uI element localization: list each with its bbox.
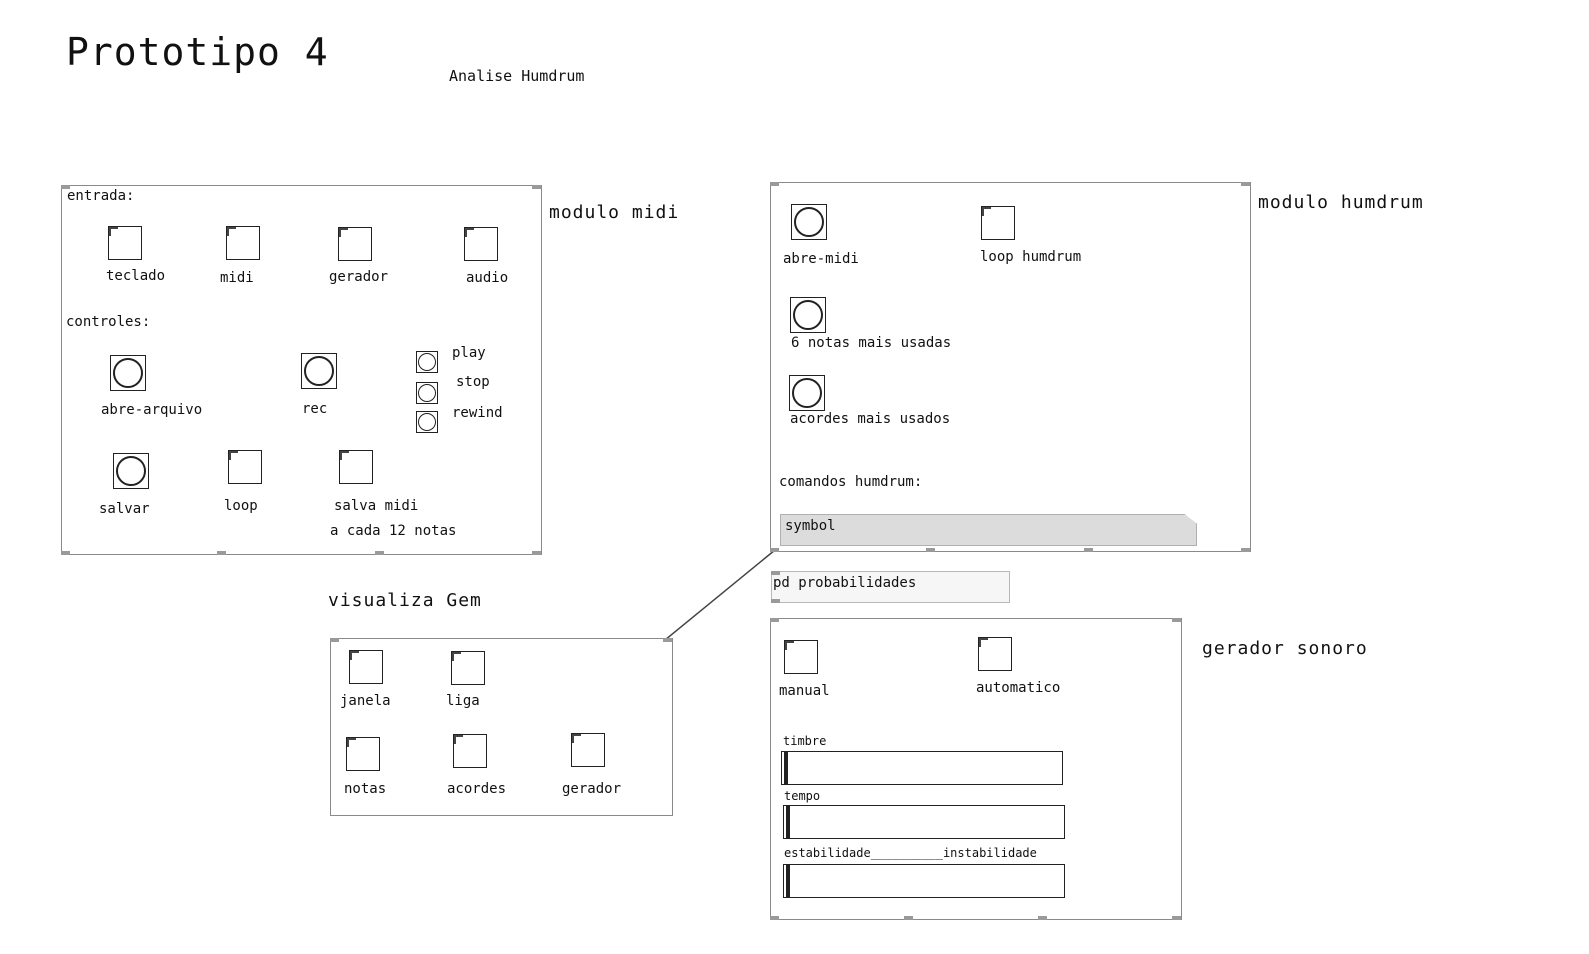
timbre-slider[interactable] [781,751,1063,785]
bang-abre-midi[interactable] [791,204,827,240]
modulo-humdrum-label: modulo humdrum [1258,192,1424,213]
estabilidade-label: estabilidade__________instabilidade [784,846,1037,860]
toggle-manual[interactable] [784,640,818,674]
inlet [330,638,339,642]
inlet [770,618,779,622]
inlet [663,638,672,642]
bang-6-notas-label: 6 notas mais usadas [791,335,952,351]
toggle-gerador-gem[interactable] [571,733,605,767]
inlet [1172,618,1181,622]
gerador-sonoro-label: gerador sonoro [1202,638,1368,659]
toggle-audio-label: audio [466,270,509,286]
visualiza-gem-label: visualiza Gem [328,590,482,611]
toggle-loop-humdrum[interactable] [981,206,1015,240]
toggle-notas-label: notas [344,781,387,797]
salva-midi-note: a cada 12 notas [330,523,457,539]
bang-stop-label: stop [456,374,490,390]
timbre-label: timbre [783,734,827,748]
modulo-midi-label: modulo midi [549,202,680,223]
outlet [1172,916,1181,920]
bang-rewind[interactable] [416,411,438,433]
outlet [1084,548,1093,552]
toggle-manual-label: manual [779,683,830,699]
outlet [217,551,226,555]
tempo-slider-knob[interactable] [786,806,790,838]
pd-probabilidades-text: pd probabilidades [773,575,917,591]
bang-stop[interactable] [416,382,438,404]
bang-salvar-label: salvar [99,501,150,517]
bang-play-label: play [452,345,486,361]
outlet [904,916,913,920]
bang-play[interactable] [416,351,438,373]
pd-probabilidades-object[interactable]: pd probabilidades [771,571,1010,603]
toggle-acordes[interactable] [453,734,487,768]
inlet [770,182,779,186]
toggle-midi-label: midi [220,270,254,286]
outlet [1038,916,1047,920]
toggle-liga[interactable] [451,651,485,685]
bang-abre-midi-label: abre-midi [783,251,859,267]
toggle-salva-midi-label: salva midi [334,498,419,514]
tempo-slider[interactable] [783,805,1065,839]
bang-6-notas[interactable] [790,297,826,333]
inlet [1241,182,1250,186]
toggle-salva-midi[interactable] [339,450,373,484]
toggle-audio[interactable] [464,227,498,261]
estabilidade-slider-knob[interactable] [786,865,790,897]
entrada-label: entrada: [67,188,135,204]
inlet [532,185,541,189]
toggle-notas[interactable] [346,737,380,771]
bang-rewind-label: rewind [452,405,503,421]
comandos-humdrum-label: comandos humdrum: [779,474,923,490]
bang-rec[interactable] [301,353,337,389]
toggle-acordes-label: acordes [447,781,507,797]
outlet [771,599,780,603]
toggle-gerador-gem-label: gerador [562,781,622,797]
modulo-midi-panel: entrada: teclado midi gerador audio cont… [61,185,542,555]
symbol-box[interactable]: symbol [780,514,1197,546]
toggle-automatico[interactable] [978,637,1012,671]
page-subtitle: Analise Humdrum [449,67,585,85]
bang-rec-label: rec [302,401,328,417]
outlet [926,548,935,552]
outlet [375,551,384,555]
outlet [770,548,779,552]
toggle-teclado[interactable] [108,226,142,260]
outlet [770,916,779,920]
symbol-box-text: symbol [785,518,836,534]
estabilidade-slider[interactable] [783,864,1065,898]
bang-abre-arquivo[interactable] [110,355,146,391]
outlet [532,551,541,555]
toggle-automatico-label: automatico [976,680,1061,696]
gerador-sonoro-panel: manual automatico timbre tempo estabilid… [770,618,1182,920]
outlet [1241,548,1250,552]
bang-abre-arquivo-label: abre-arquivo [101,402,203,418]
outlet [61,551,70,555]
bang-salvar[interactable] [113,453,149,489]
toggle-janela[interactable] [349,650,383,684]
bang-acordes[interactable] [789,375,825,411]
toggle-liga-label: liga [446,693,480,709]
toggle-loop-label: loop [224,498,258,514]
toggle-loop-humdrum-label: loop humdrum [980,249,1082,265]
tempo-label: tempo [784,789,821,803]
toggle-teclado-label: teclado [106,268,166,284]
toggle-janela-label: janela [340,693,391,709]
toggle-gerador-label: gerador [329,269,389,285]
timbre-slider-knob[interactable] [784,752,788,784]
modulo-humdrum-panel: abre-midi loop humdrum 6 notas mais usad… [770,182,1251,552]
controles-label: controles: [66,314,151,330]
page-title: Prototipo 4 [66,30,329,74]
toggle-loop[interactable] [228,450,262,484]
bang-acordes-label: acordes mais usados [790,411,951,427]
toggle-midi[interactable] [226,226,260,260]
visualiza-gem-panel: janela liga notas acordes gerador [330,638,673,816]
toggle-gerador[interactable] [338,227,372,261]
